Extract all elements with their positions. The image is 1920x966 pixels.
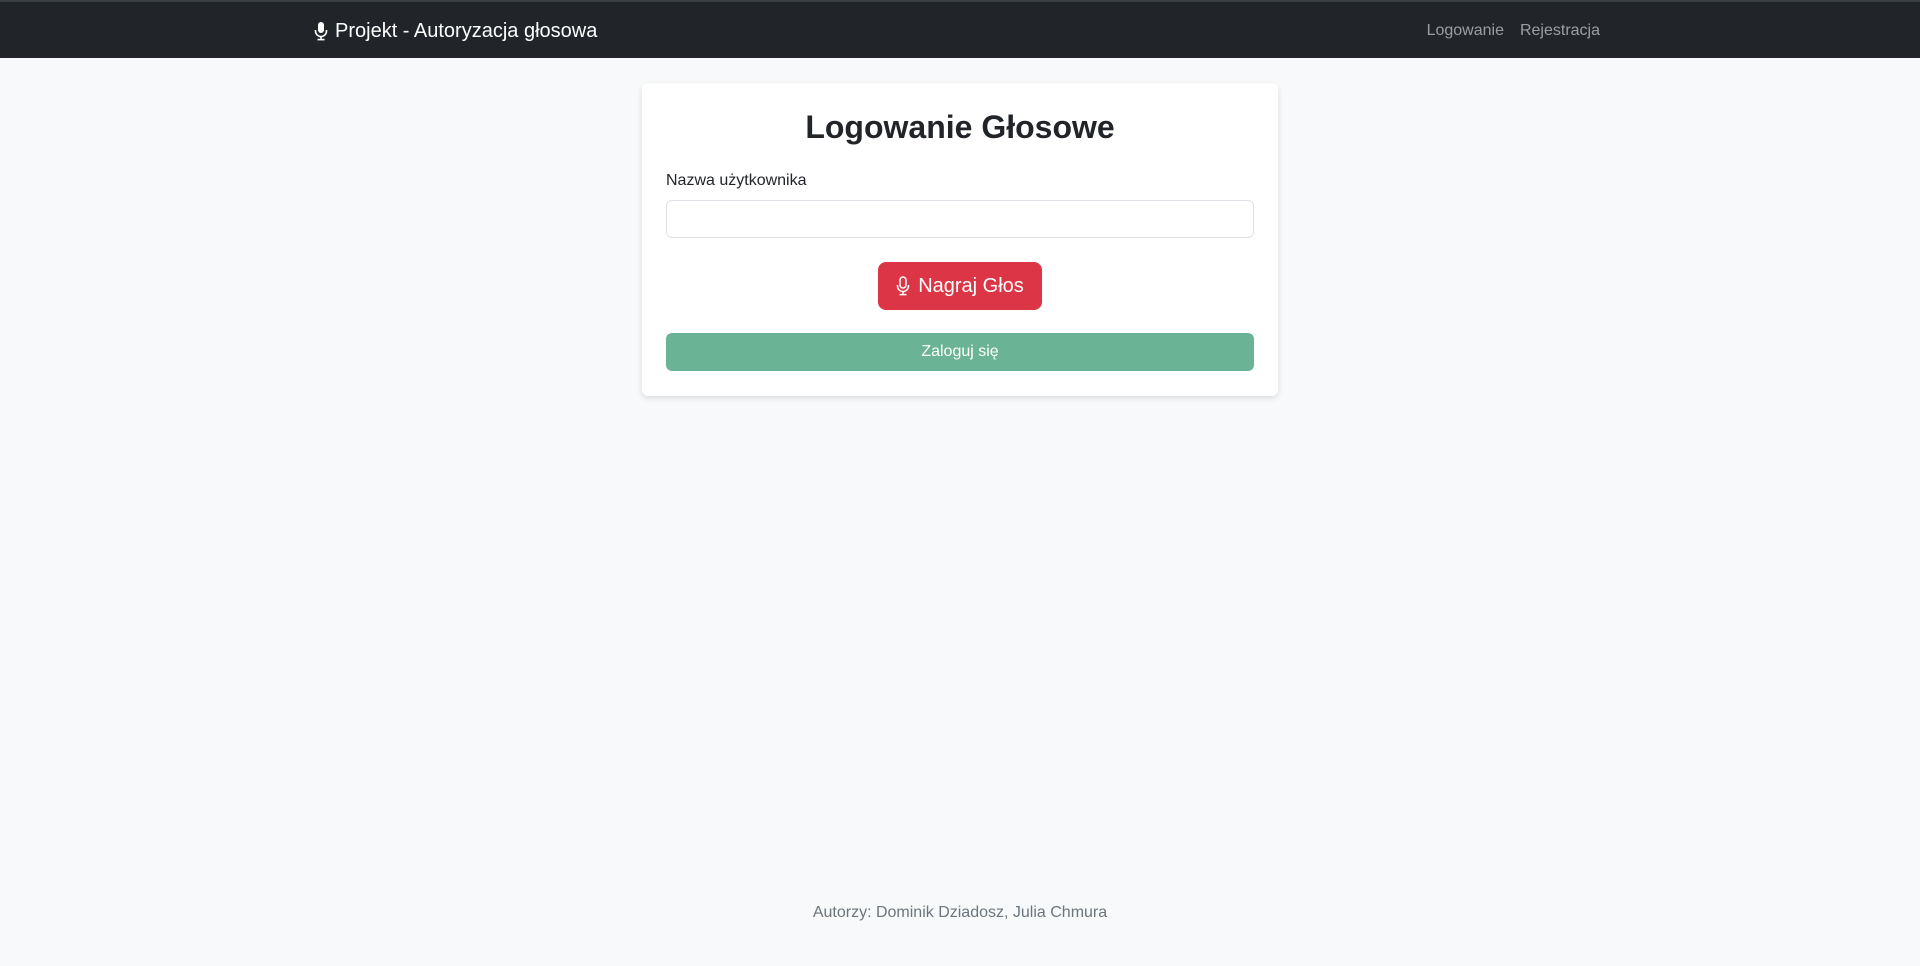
record-voice-label: Nagraj Głos [918, 274, 1024, 297]
nav-link-rejestracja[interactable]: Rejestracja [1520, 21, 1600, 41]
nav-link-logowanie[interactable]: Logowanie [1427, 21, 1504, 41]
microphone-icon [313, 20, 329, 42]
record-voice-button[interactable]: Nagraj Głos [878, 262, 1042, 310]
navbar-brand[interactable]: Projekt - Autoryzacja głosowa [313, 19, 597, 43]
page-title: Logowanie Głosowe [805, 109, 1115, 145]
username-input[interactable] [666, 200, 1254, 238]
login-card: Logowanie Głosowe Nazwa użytkownika Nagr… [642, 83, 1278, 396]
login-submit-button[interactable]: Zaloguj się [666, 333, 1254, 371]
username-label: Nazwa użytkownika [666, 172, 807, 189]
top-navbar: Projekt - Autoryzacja głosowa Logowanie … [0, 0, 1920, 58]
microphone-icon [896, 276, 910, 296]
brand-label: Projekt - Autoryzacja głosowa [335, 20, 598, 42]
navbar-links: Logowanie Rejestracja [1427, 21, 1600, 41]
footer-authors: Autorzy: Dominik Dziadosz, Julia Chmura [812, 904, 1108, 921]
